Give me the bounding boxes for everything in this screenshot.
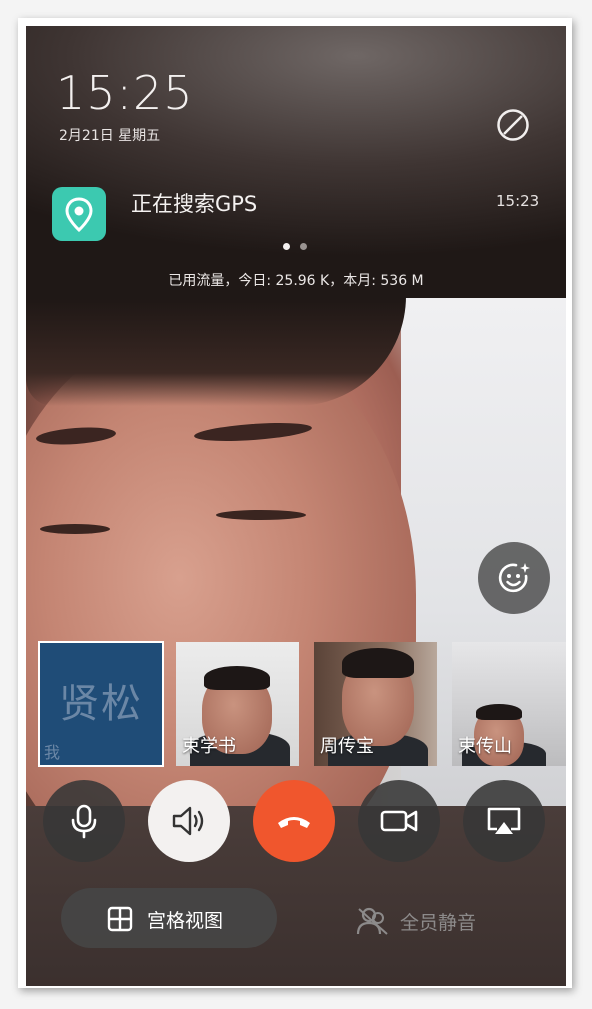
beauty-filter-button[interactable] <box>478 542 550 614</box>
video-eye-left <box>40 524 110 534</box>
avatar-text: 贤松 <box>59 681 143 727</box>
video-eye-right <box>216 510 306 520</box>
participant-tile[interactable]: 束学书 <box>176 642 299 766</box>
hang-up-button[interactable] <box>253 780 335 862</box>
microphone-icon <box>71 804 97 839</box>
participant-hair <box>204 666 270 690</box>
video-camera-icon <box>380 810 418 832</box>
grid-view-button[interactable]: 宫格视图 <box>61 888 277 948</box>
speaker-button[interactable] <box>148 780 230 862</box>
speaker-icon <box>172 806 204 836</box>
pager-dot <box>300 243 307 250</box>
status-date: 2月21日 星期五 <box>59 128 161 144</box>
do-not-disturb-icon[interactable] <box>496 108 530 142</box>
mute-all-label: 全员静音 <box>400 912 477 934</box>
participant-hair <box>342 648 414 678</box>
notification-shade[interactable]: 15:25 2月21日 星期五 正在搜索GPS 15:23 已用流量，今日: 2… <box>26 26 566 298</box>
grid-view-icon <box>107 906 133 932</box>
hang-up-icon <box>278 817 310 828</box>
participant-hair <box>476 704 522 720</box>
pager-dot-active <box>283 243 290 250</box>
mute-all-users-icon <box>356 907 388 935</box>
location-pin-icon[interactable] <box>52 187 106 241</box>
grid-view-label: 宫格视图 <box>147 910 224 932</box>
status-time: 15:25 <box>56 66 194 120</box>
participant-name: 我 <box>44 743 61 762</box>
screen-share-icon <box>487 807 521 834</box>
participant-tile[interactable]: 周传宝 <box>314 642 437 766</box>
participant-name: 束学书 <box>182 736 236 757</box>
notification-time: 15:23 <box>496 192 540 210</box>
smile-sparkle-icon <box>498 563 530 593</box>
participant-tile[interactable]: 束传山 <box>452 642 566 766</box>
data-usage-text: 已用流量，今日: 25.96 K，本月: 536 M <box>168 273 424 289</box>
mute-mic-button[interactable] <box>43 780 125 862</box>
camera-toggle-button[interactable] <box>358 780 440 862</box>
screen-share-button[interactable] <box>463 780 545 862</box>
participant-tile-self[interactable]: 贤松 我 <box>38 641 164 767</box>
video-hair <box>26 296 406 406</box>
participant-name: 周传宝 <box>320 736 374 757</box>
participant-name: 束传山 <box>458 736 512 757</box>
notification-title[interactable]: 正在搜索GPS <box>131 188 257 218</box>
phone-screen: 15:25 2月21日 星期五 正在搜索GPS 15:23 已用流量，今日: 2… <box>26 26 566 986</box>
